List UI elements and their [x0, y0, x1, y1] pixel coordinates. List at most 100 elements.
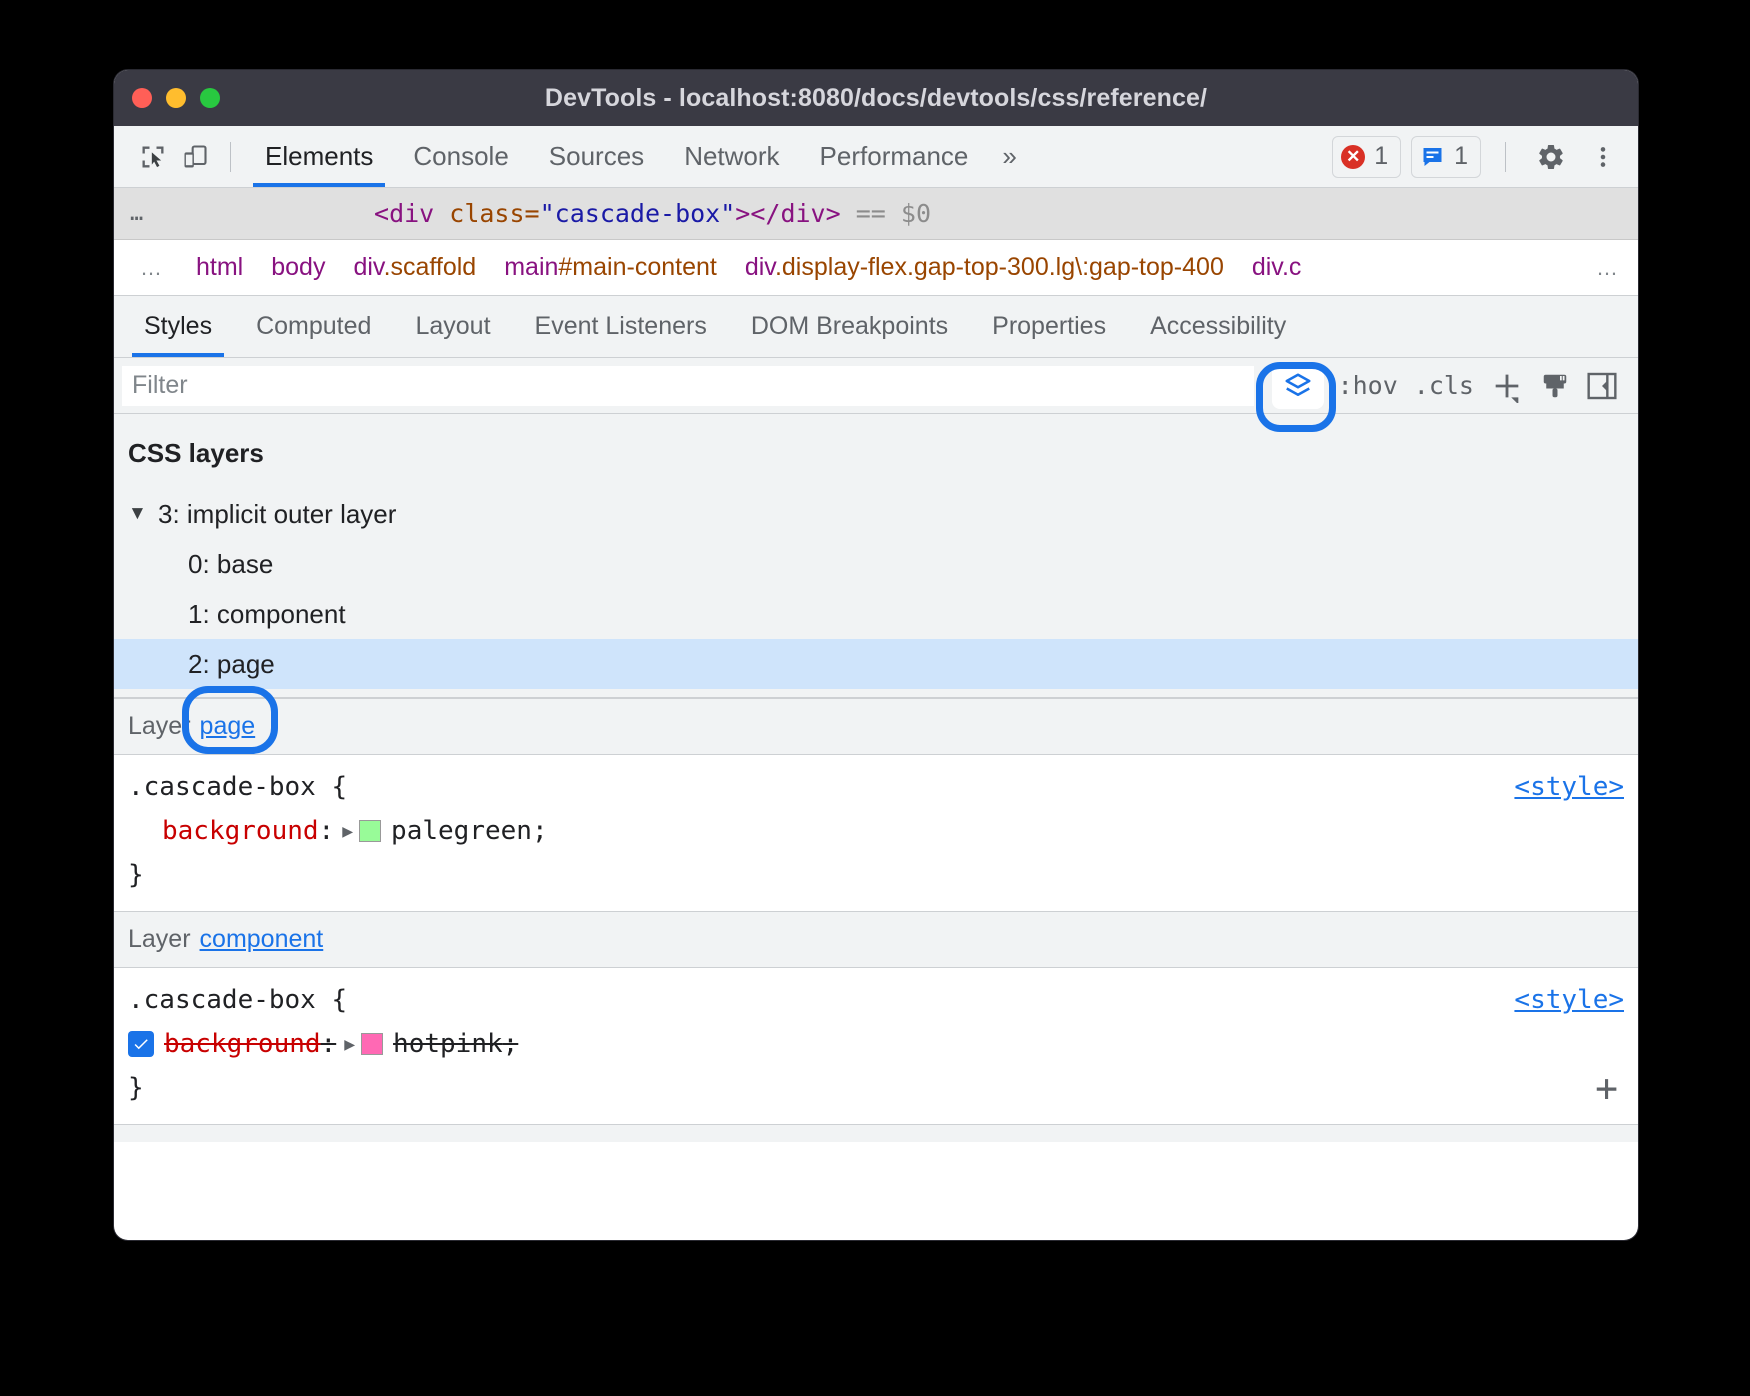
breadcrumb-item-div-flex[interactable]: div.display-flex.gap-top-300.lg\:gap-top…: [731, 253, 1238, 282]
layer-tree-item-page-label: 2: page: [188, 649, 275, 680]
tab-layout[interactable]: Layout: [393, 296, 512, 357]
rule-layer-header-page-label: Layer: [128, 712, 191, 741]
toolbar-separator: [230, 142, 231, 172]
styles-sidebar-tabs: Styles Computed Layout Event Listeners D…: [114, 296, 1638, 358]
declaration-colon-2: :: [321, 1029, 337, 1059]
breadcrumb-item-div-scaffold-class: .scaffold: [384, 253, 477, 281]
breadcrumb-right-ellipsis[interactable]: …: [1586, 240, 1638, 295]
tab-elements-label: Elements: [265, 141, 373, 172]
rule-close-brace-component: } +: [114, 1066, 1638, 1110]
declaration-property-hotpink[interactable]: background: [164, 1029, 321, 1059]
layer-tree-item-implicit-outer[interactable]: ▼3: implicit outer layer: [114, 489, 1638, 539]
layer-tree-item-implicit-outer-label: 3: implicit outer layer: [158, 499, 396, 530]
dom-attr-value: "cascade-box": [540, 199, 736, 228]
expand-triangle-icon-hotpink[interactable]: ▶: [344, 1034, 355, 1055]
rule-selector-row-component[interactable]: .cascade-box { <style>: [114, 978, 1638, 1022]
rule-source-link-component[interactable]: <style>: [1514, 985, 1624, 1015]
tab-event-listeners[interactable]: Event Listeners: [513, 296, 729, 357]
dom-closing-tag: </div>: [750, 199, 840, 228]
declaration-value-hotpink[interactable]: hotpink;: [393, 1029, 518, 1059]
declaration-background-palegreen[interactable]: background : ▶ palegreen;: [114, 809, 1638, 853]
layer-link-base[interactable]: base: [200, 1138, 254, 1142]
rule-close-brace-component-text: }: [128, 1073, 144, 1103]
expand-triangle-icon-palegreen[interactable]: ▶: [342, 821, 353, 842]
css-layers-icon[interactable]: [1272, 363, 1324, 409]
dom-node-code: <div class="cascade-box"></div> == $0: [374, 199, 931, 228]
more-tabs-chevron-icon[interactable]: »: [988, 141, 1030, 172]
tab-sources[interactable]: Sources: [529, 126, 664, 187]
dom-more-icon[interactable]: …: [130, 201, 184, 226]
style-rule-component: .cascade-box { <style> background : ▶ ho…: [114, 968, 1638, 1125]
breadcrumb-item-main-id: #main-content: [558, 253, 716, 281]
declaration-value-palegreen[interactable]: palegreen;: [391, 816, 548, 846]
device-toggle-icon[interactable]: [174, 136, 216, 178]
breadcrumb-item-main-tag: main: [504, 253, 558, 281]
devtools-window: DevTools - localhost:8080/docs/devtools/…: [114, 70, 1638, 1240]
paint-brush-icon[interactable]: [1532, 364, 1578, 408]
breadcrumb-left-ellipsis[interactable]: …: [114, 255, 182, 281]
layer-link-page[interactable]: page: [200, 712, 256, 741]
filter-input[interactable]: [122, 366, 1254, 406]
tab-accessibility[interactable]: Accessibility: [1128, 296, 1308, 357]
error-count-badge[interactable]: ✕ 1: [1332, 136, 1401, 178]
maximize-window-button[interactable]: [200, 88, 220, 108]
message-icon: [1420, 145, 1445, 169]
color-swatch-palegreen[interactable]: [359, 820, 381, 842]
element-classes-button[interactable]: .cls: [1406, 364, 1482, 408]
declaration-property-palegreen[interactable]: background: [162, 816, 319, 846]
close-window-button[interactable]: [132, 88, 152, 108]
styles-pane: CSS layers ▼3: implicit outer layer 0: b…: [114, 414, 1638, 1142]
declaration-background-hotpink[interactable]: background : ▶ hotpink;: [114, 1022, 1638, 1066]
tab-console[interactable]: Console: [393, 126, 528, 187]
layer-tree-item-base[interactable]: 0: base: [114, 539, 1638, 589]
tab-network-label: Network: [684, 141, 779, 172]
style-rule-page: .cascade-box { <style> background : ▶ pa…: [114, 755, 1638, 912]
rule-close-brace-page-text: }: [128, 860, 144, 890]
tab-performance[interactable]: Performance: [800, 126, 989, 187]
tab-computed[interactable]: Computed: [234, 296, 393, 357]
declaration-enabled-checkbox-hotpink[interactable]: [128, 1031, 154, 1057]
breadcrumb-item-div-flex-tag: div: [745, 253, 775, 281]
gear-icon[interactable]: [1530, 136, 1572, 178]
dom-attr-name: class: [449, 199, 524, 228]
toggle-element-state-button[interactable]: :hov: [1330, 364, 1406, 408]
declaration-value-hotpink-text: hotpink: [393, 1029, 503, 1059]
tab-properties[interactable]: Properties: [970, 296, 1128, 357]
layer-tree-item-page[interactable]: 2: page: [114, 639, 1638, 689]
dom-dollar-zero: $0: [901, 199, 931, 228]
css-layers-section: CSS layers ▼3: implicit outer layer 0: b…: [114, 414, 1638, 699]
breadcrumb-item-div-scaffold-tag: div: [353, 253, 383, 281]
tab-elements[interactable]: Elements: [245, 126, 393, 187]
add-declaration-plus-icon[interactable]: +: [1595, 1069, 1618, 1107]
rule-selector-row-page[interactable]: .cascade-box { <style>: [114, 765, 1638, 809]
tab-properties-label: Properties: [992, 312, 1106, 341]
minimize-window-button[interactable]: [166, 88, 186, 108]
sidebar-toggle-icon[interactable]: [1578, 364, 1626, 408]
tab-network[interactable]: Network: [664, 126, 799, 187]
breadcrumb-item-html[interactable]: html: [182, 253, 257, 282]
breadcrumb-item-body-label: body: [271, 253, 325, 281]
kebab-menu-icon[interactable]: [1582, 136, 1624, 178]
message-count-badge[interactable]: 1: [1411, 136, 1481, 178]
declaration-colon-1: :: [319, 816, 335, 846]
tab-styles[interactable]: Styles: [122, 296, 234, 357]
chevron-down-icon[interactable]: ▼: [128, 503, 154, 525]
layer-tree-item-component[interactable]: 1: component: [114, 589, 1638, 639]
toolbar-separator-2: [1505, 142, 1506, 172]
dom-selected-node-row[interactable]: … <div class="cascade-box"></div> == $0: [114, 188, 1638, 240]
new-style-rule-button[interactable]: [1482, 364, 1532, 408]
tab-console-label: Console: [413, 141, 508, 172]
styles-filter-toolbar: :hov .cls: [114, 358, 1638, 414]
color-swatch-hotpink[interactable]: [361, 1033, 383, 1055]
layer-link-component[interactable]: component: [200, 925, 324, 954]
breadcrumb-item-div-scaffold[interactable]: div.scaffold: [339, 253, 490, 282]
tab-dom-breakpoints-label: DOM Breakpoints: [751, 312, 948, 341]
declaration-value-palegreen-text: palegreen: [391, 816, 532, 846]
breadcrumb-item-body[interactable]: body: [257, 253, 339, 282]
rule-source-link-page[interactable]: <style>: [1514, 772, 1624, 802]
breadcrumb-item-div-truncated[interactable]: div.c: [1238, 253, 1316, 282]
inspect-cursor-icon[interactable]: [132, 136, 174, 178]
message-count: 1: [1454, 142, 1468, 171]
tab-dom-breakpoints[interactable]: DOM Breakpoints: [729, 296, 970, 357]
breadcrumb-item-main-content[interactable]: main#main-content: [490, 253, 731, 282]
